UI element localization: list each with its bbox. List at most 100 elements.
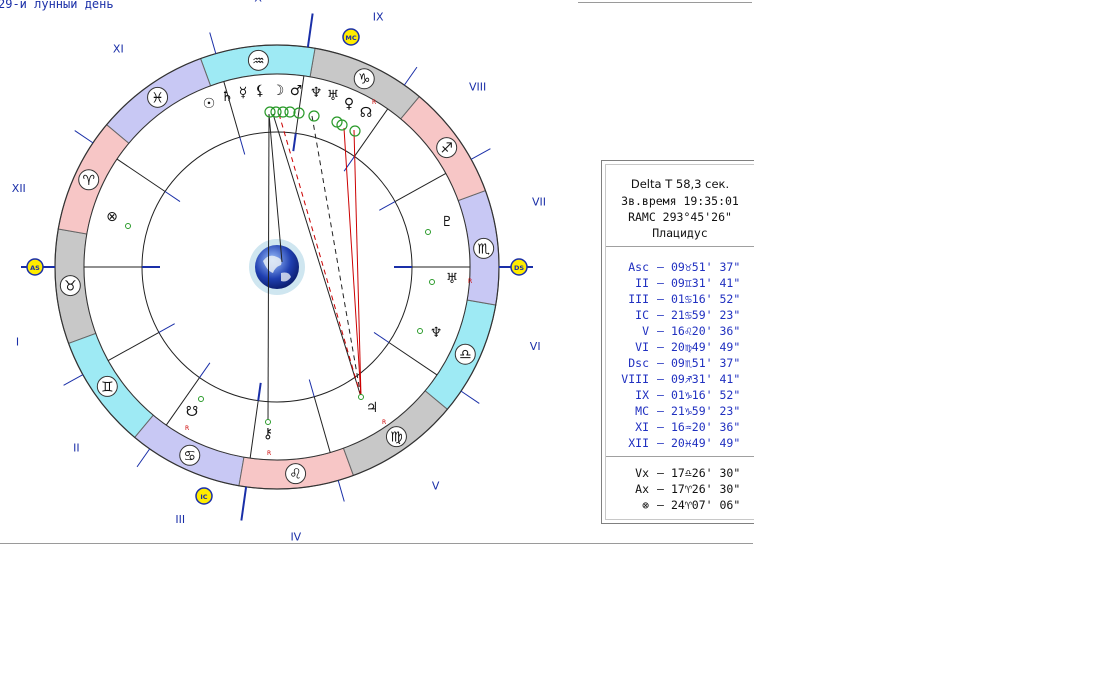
points-value: 24♈07' 06"	[671, 497, 740, 513]
uranus-icon: ♅	[327, 88, 340, 104]
points-min: 07' 06"	[691, 498, 741, 512]
houses-deg: 09	[671, 260, 685, 274]
houses-label: XI	[635, 420, 649, 434]
angle-marker-label: IC	[200, 493, 207, 501]
houses-value: 09♏51' 37"	[671, 355, 740, 371]
dash-separator: –	[657, 404, 664, 418]
zodiac-sign-icon: ♒	[252, 53, 265, 69]
planet-dot	[265, 419, 271, 425]
houses-deg: 01	[671, 292, 685, 306]
houses-label: MC	[635, 404, 649, 418]
houses-value: 21♑59' 23"	[671, 403, 740, 419]
points-label: Vx	[635, 466, 649, 480]
houses-row: VI –20♍49' 49"	[606, 339, 754, 355]
houses-label: VIII	[621, 372, 649, 386]
points-row: Ax –17♈26' 30"	[606, 481, 754, 497]
houses-row: IC –21♋59' 23"	[606, 307, 754, 323]
points-deg: 17	[671, 482, 685, 496]
houses-label: XII	[628, 436, 649, 450]
points-value: 17♈26' 30"	[671, 481, 740, 497]
house-number-label: X	[254, 0, 262, 5]
angle-marker-label: MC	[345, 34, 356, 42]
houses-sign: ♊	[684, 276, 692, 290]
houses-min: 51' 37"	[691, 356, 741, 370]
points-deg: 17	[671, 466, 685, 480]
houses-value: 16♌20' 36"	[671, 323, 740, 339]
houses-min: 51' 37"	[691, 260, 741, 274]
house-cusp-tick	[63, 374, 84, 386]
house-cusp-tick	[337, 480, 345, 502]
planet-dot	[198, 396, 204, 402]
points-sign: ♎	[684, 466, 692, 480]
mercury-icon: ☿	[239, 85, 248, 101]
houses-row: V –16♌20' 36"	[606, 323, 754, 339]
dash-separator: –	[657, 324, 664, 338]
houses-value: 21♋59' 23"	[671, 307, 740, 323]
houses-row: IX –01♑16' 52"	[606, 387, 754, 403]
house-cusp-tick	[460, 390, 480, 404]
dash-separator: –	[657, 356, 664, 370]
houses-value: 20♍49' 49"	[671, 339, 740, 355]
planet-dot	[425, 229, 431, 235]
house-cusp-tick	[74, 130, 94, 144]
planet-dot	[358, 394, 364, 400]
houses-min: 20' 36"	[691, 420, 741, 434]
houses-label: Asc	[628, 260, 649, 274]
zodiac-sign-icon: ♏	[477, 241, 490, 257]
houses-row: II –09♊31' 41"	[606, 275, 754, 291]
houses-row: Dsc –09♏51' 37"	[606, 355, 754, 371]
delta-t-label: Delta T 58,3 сек.	[630, 177, 730, 191]
houses-min: 16' 52"	[691, 292, 741, 306]
houses-row: XII –20♓49' 49"	[606, 435, 754, 451]
house-number-label: XII	[12, 182, 26, 195]
points-min: 26' 30"	[691, 466, 741, 480]
lilith-icon: ⚸	[255, 83, 265, 99]
points-sign: ♈	[684, 482, 692, 496]
houses-sign: ♉	[684, 260, 692, 274]
sidereal-time-label: Зв.время 19:35:01	[621, 194, 739, 208]
houses-deg: 21	[671, 404, 685, 418]
houses-deg: 21	[671, 308, 685, 322]
planet-dot	[429, 279, 435, 285]
south-node-icon: ☋	[186, 404, 198, 420]
points-row: Vx –17♎26' 30"	[606, 465, 754, 481]
points-deg: 24	[671, 498, 685, 512]
houses-sign: ♏	[684, 356, 692, 370]
dash-separator: –	[657, 482, 664, 496]
houses-row: III –01♋16' 52"	[606, 291, 754, 307]
top-divider	[578, 2, 752, 3]
house-cusp-tick	[403, 66, 418, 86]
houses-sign: ♑	[684, 388, 692, 402]
houses-sign: ♋	[684, 292, 692, 306]
sun-icon: ☉	[203, 96, 216, 112]
retrograde-mark: R	[267, 450, 271, 457]
angle-marker-label: AS	[30, 264, 40, 272]
houses-value: 09♉51' 37"	[671, 259, 740, 275]
houses-deg: 01	[671, 388, 685, 402]
points-value: 17♎26' 30"	[671, 465, 740, 481]
house-number-label: IV	[290, 530, 301, 543]
points-label: ⊗	[642, 498, 649, 512]
zodiac-sign-icon: ♉	[64, 279, 77, 295]
neptune-icon: ♆	[430, 325, 443, 341]
natal-chart-wheel[interactable]: ♉♊♋♌♍♎♏♐♑♒♓♈IIIIIIIVVVIVIIVIIIIXXXIXIIAS…	[0, 0, 600, 545]
zodiac-sign-icon: ♌	[289, 467, 302, 483]
houses-min: 20' 36"	[691, 324, 741, 338]
neptune-icon: ♆	[310, 85, 323, 101]
zodiac-sign-icon: ♓	[151, 90, 164, 106]
retrograde-mark: R	[372, 99, 376, 106]
house-number-label: VI	[530, 340, 541, 353]
zodiac-sign-icon: ♊	[101, 379, 114, 395]
houses-value: 01♋16' 52"	[671, 291, 740, 307]
house-number-label: V	[432, 479, 440, 492]
houses-sign: ♍	[684, 340, 692, 354]
houses-label: III	[628, 292, 649, 306]
points-row: ⊗ –24♈07' 06"	[606, 497, 754, 513]
dash-separator: –	[657, 436, 664, 450]
planet-dot	[125, 223, 131, 229]
houses-min: 16' 52"	[691, 388, 741, 402]
house-system-label: Плацидус	[652, 226, 708, 240]
mars-icon: ♂	[290, 83, 303, 99]
houses-sign: ♓	[684, 436, 692, 450]
houses-deg: 20	[671, 340, 685, 354]
